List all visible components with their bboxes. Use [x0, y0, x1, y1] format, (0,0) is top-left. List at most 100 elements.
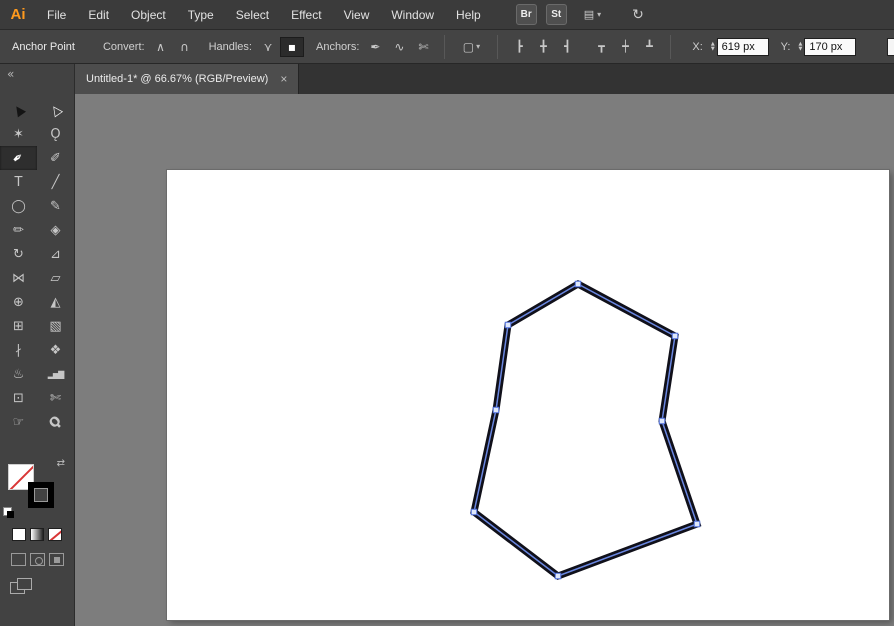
bridge-button[interactable]: Br — [515, 4, 537, 25]
align-horizontal-right-button[interactable]: ┫ — [555, 37, 579, 57]
align-vertical-bottom-button[interactable]: ┻ — [637, 37, 661, 57]
ellipse-tool-icon: ◯ — [11, 198, 26, 214]
workspace-switcher[interactable]: ▤ ▾ — [584, 8, 601, 21]
stock-button[interactable]: St — [545, 4, 567, 25]
connect-endpoints-button[interactable]: ∿ — [387, 37, 411, 57]
tool-curvature[interactable]: ✐ — [37, 146, 74, 170]
hide-handles-button[interactable]: ⋎ — [256, 37, 280, 57]
align-vertical-center-icon: ┿ — [622, 40, 629, 53]
screen-mode-button[interactable] — [10, 578, 34, 595]
tool-perspective-grid[interactable]: ◭ — [37, 290, 74, 314]
gradient-tool-icon: ▧ — [49, 318, 62, 334]
tool-line-segment[interactable]: ╱ — [37, 170, 74, 194]
symbol-sprayer-tool-icon: ♨ — [12, 366, 25, 382]
color-button[interactable] — [12, 528, 26, 541]
close-icon[interactable]: × — [280, 72, 287, 86]
tool-eyedropper[interactable]: ∤ — [0, 338, 37, 362]
tool-free-transform[interactable]: ▱ — [37, 266, 74, 290]
anchor-point[interactable] — [470, 508, 478, 516]
y-position-field[interactable] — [804, 37, 857, 56]
anchor-point[interactable] — [693, 520, 701, 528]
mesh-tool-icon: ⊞ — [13, 318, 24, 334]
tool-column-graph[interactable]: ▂▅▇ — [37, 362, 74, 386]
cut-path-button[interactable]: ✄ — [411, 37, 435, 57]
tool-width[interactable]: ⋈ — [0, 266, 37, 290]
tool-gradient[interactable]: ▧ — [37, 314, 74, 338]
tool-blend[interactable]: ❖ — [37, 338, 74, 362]
tool-paintbrush[interactable]: ✎ — [37, 194, 74, 218]
canvas[interactable] — [75, 94, 894, 626]
x-stepper[interactable]: ▲ ▼ — [711, 41, 715, 52]
menu-file[interactable]: File — [36, 0, 77, 30]
swap-fill-stroke-icon[interactable]: ⇄ — [57, 458, 65, 469]
tool-hand[interactable]: ☞ — [0, 410, 37, 434]
tool-pen[interactable]: ✒ — [0, 146, 37, 170]
anchor-point[interactable] — [671, 332, 679, 340]
none-button[interactable] — [48, 528, 62, 541]
collapse-icon: « — [7, 67, 15, 81]
show-handles-button[interactable]: ▪ — [279, 36, 304, 57]
panel-collapse-button[interactable]: « — [0, 64, 75, 94]
align-vertical-top-button[interactable]: ┳ — [589, 37, 613, 57]
anchor-point[interactable] — [658, 417, 666, 425]
tool-magic-wand[interactable]: ✶ — [0, 122, 37, 146]
menu-edit[interactable]: Edit — [77, 0, 120, 30]
tool-eraser[interactable]: ◈ — [37, 218, 74, 242]
stepper-down-icon[interactable]: ▼ — [711, 46, 715, 52]
document-tab[interactable]: Untitled-1* @ 66.67% (RGB/Preview) × — [75, 64, 300, 94]
separator — [670, 34, 672, 59]
none-slash — [49, 529, 61, 540]
convert-to-corner-button[interactable]: ∧ — [149, 37, 173, 57]
isolation-mode-button[interactable]: ▢ ▾ — [454, 37, 488, 57]
menu-object[interactable]: Object — [120, 0, 177, 30]
fill-stroke-indicator: ⇄ — [0, 458, 74, 518]
menu-help[interactable]: Help — [445, 0, 492, 30]
menu-effect[interactable]: Effect — [280, 0, 332, 30]
tool-zoom[interactable]: Ϙ — [37, 410, 74, 434]
menu-view[interactable]: View — [333, 0, 381, 30]
menu-select[interactable]: Select — [225, 0, 280, 30]
anchor-point[interactable] — [492, 406, 500, 414]
w-field-partial[interactable] — [887, 38, 894, 56]
draw-inside-button[interactable] — [48, 553, 64, 566]
tool-artboard[interactable]: ⊡ — [0, 386, 37, 410]
cc-sync-icon[interactable]: ↻ — [632, 7, 644, 23]
tool-symbol-sprayer[interactable]: ♨ — [0, 362, 37, 386]
x-position-field[interactable] — [716, 37, 769, 56]
anchor-point[interactable] — [574, 280, 582, 288]
path-artwork[interactable] — [75, 94, 894, 626]
tool-selection[interactable]: ▶ — [0, 98, 37, 122]
tool-mesh[interactable]: ⊞ — [0, 314, 37, 338]
tool-scale[interactable]: ⊿ — [37, 242, 74, 266]
stepper-down-icon[interactable]: ▼ — [798, 46, 802, 52]
draw-behind-button[interactable] — [29, 553, 45, 566]
tool-type[interactable]: T — [0, 170, 37, 194]
gradient-button[interactable] — [30, 528, 44, 541]
tool-lasso[interactable]: Ǫ — [37, 122, 74, 146]
perspective-grid-tool-icon: ◭ — [50, 294, 61, 310]
draw-normal-button[interactable] — [10, 553, 26, 566]
anchor-point[interactable] — [504, 321, 512, 329]
control-bar: Anchor Point Convert: ∧ ∩ Handles: ⋎ ▪ Anc… — [0, 30, 894, 64]
tool-rotate[interactable]: ↻ — [0, 242, 37, 266]
y-stepper[interactable]: ▲ ▼ — [798, 41, 802, 52]
tool-direct-selection[interactable]: ▷ — [37, 98, 74, 122]
align-horizontal-right-icon: ┫ — [564, 40, 571, 53]
align-horizontal-center-button[interactable]: ╋ — [531, 37, 555, 57]
anchor-point[interactable] — [554, 572, 562, 580]
remove-anchor-button[interactable]: ✒ — [363, 37, 387, 57]
tool-slice[interactable]: ✄ — [37, 386, 74, 410]
tool-pencil[interactable]: ✏ — [0, 218, 37, 242]
align-vertical-center-button[interactable]: ┿ — [613, 37, 637, 57]
blend-tool-icon: ❖ — [49, 342, 62, 358]
menu-type[interactable]: Type — [177, 0, 225, 30]
stroke-swatch[interactable] — [28, 482, 54, 508]
default-fill-stroke-button[interactable] — [3, 507, 14, 518]
app-logo-icon[interactable]: Ai — [0, 6, 36, 23]
align-horizontal-left-button[interactable]: ┣ — [507, 37, 531, 57]
tool-shape-builder[interactable]: ⊕ — [0, 290, 37, 314]
handles-button-group: ⋎ ▪ — [256, 36, 304, 57]
convert-to-smooth-button[interactable]: ∩ — [173, 37, 197, 57]
tool-ellipse[interactable]: ◯ — [0, 194, 37, 218]
menu-window[interactable]: Window — [380, 0, 445, 30]
